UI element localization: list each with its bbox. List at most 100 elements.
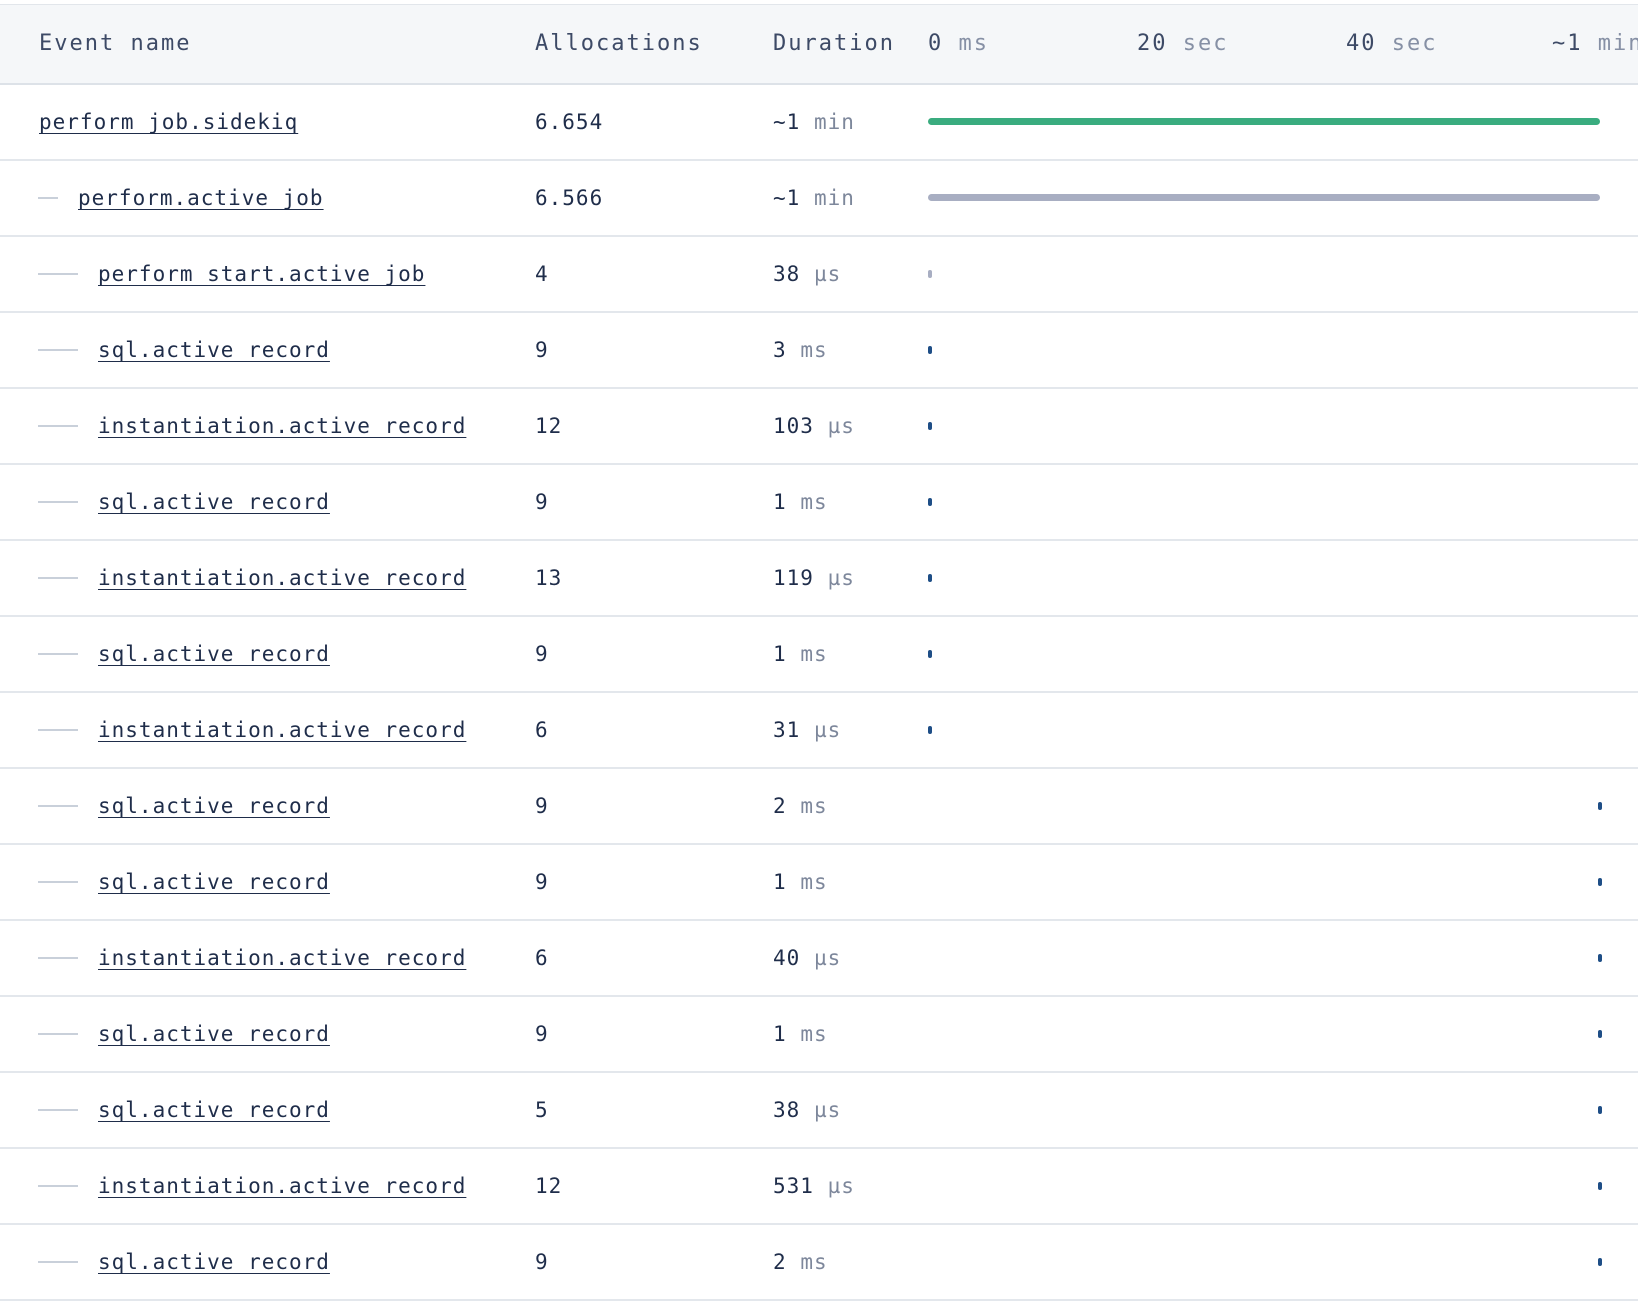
event-name-cell: sql.active_record	[98, 997, 330, 1071]
event-name-link[interactable]: sql.active_record	[98, 490, 330, 514]
event-name-cell: sql.active_record	[98, 769, 330, 843]
table-row[interactable]: sql.active_record 9 3 ms	[0, 313, 1638, 389]
event-name-link[interactable]: perform.active_job	[78, 186, 324, 210]
duration-unit: ms	[800, 490, 828, 514]
duration-value: ~1	[773, 110, 801, 134]
allocations-cell: 5	[535, 1098, 549, 1122]
allocations-cell: 9	[535, 490, 549, 514]
timeline-mark[interactable]	[1598, 1030, 1602, 1038]
event-name-cell: instantiation.active_record	[98, 389, 466, 463]
duration-value: 1	[773, 642, 787, 666]
table-header: Event name Allocations Duration 0 ms 20 …	[0, 4, 1638, 85]
timeline-mark[interactable]	[928, 650, 932, 658]
event-name-link[interactable]: sql.active_record	[98, 794, 330, 818]
timeline-mark[interactable]	[1598, 1258, 1602, 1266]
event-name-link[interactable]: sql.active_record	[98, 642, 330, 666]
table-row[interactable]: perform_job.sidekiq 6.654 ~1 min	[0, 85, 1638, 161]
table-row[interactable]: instantiation.active_record 12 103 µs	[0, 389, 1638, 465]
tree-connector	[38, 881, 78, 883]
event-name-link[interactable]: instantiation.active_record	[98, 1174, 466, 1198]
duration-cell: ~1 min	[773, 85, 855, 159]
tree-connector	[38, 273, 78, 275]
event-name-link[interactable]: sql.active_record	[98, 870, 330, 894]
timeline-mark[interactable]	[928, 422, 932, 430]
table-row[interactable]: perform_start.active_job 4 38 µs	[0, 237, 1638, 313]
duration-value: 103	[773, 414, 814, 438]
event-name-link[interactable]: sql.active_record	[98, 1022, 330, 1046]
duration-cell: ~1 min	[773, 161, 855, 235]
event-name-link[interactable]: sql.active_record	[98, 338, 330, 362]
timeline-mark[interactable]	[1598, 954, 1602, 962]
duration-unit: ms	[800, 1250, 828, 1274]
column-header-duration[interactable]: Duration	[773, 5, 895, 83]
table-row[interactable]: sql.active_record 5 38 µs	[0, 1073, 1638, 1149]
duration-cell: 31 µs	[773, 693, 841, 767]
allocations-cell: 9	[535, 870, 549, 894]
timeline-mark[interactable]	[928, 498, 932, 506]
event-name-cell: instantiation.active_record	[98, 1149, 466, 1223]
table-row[interactable]: instantiation.active_record 12 531 µs	[0, 1149, 1638, 1225]
timeline-mark[interactable]	[928, 346, 932, 354]
allocations-cell: 6.654	[535, 110, 604, 134]
event-name-link[interactable]: instantiation.active_record	[98, 414, 466, 438]
event-name-cell: sql.active_record	[98, 1073, 330, 1147]
duration-unit: ms	[800, 338, 828, 362]
timeline-mark[interactable]	[1598, 1182, 1602, 1190]
table-row[interactable]: sql.active_record 9 1 ms	[0, 845, 1638, 921]
duration-cell: 1 ms	[773, 997, 828, 1071]
timeline-bar[interactable]	[928, 118, 1600, 125]
timeline-mark[interactable]	[1598, 1106, 1602, 1114]
duration-value: 1	[773, 870, 787, 894]
allocations-cell: 4	[535, 262, 549, 286]
duration-unit: µs	[813, 262, 842, 286]
allocations-cell: 12	[535, 414, 563, 438]
duration-cell: 3 ms	[773, 313, 828, 387]
duration-value: ~1	[773, 186, 801, 210]
column-header-event-name[interactable]: Event name	[39, 5, 191, 83]
event-name-cell: sql.active_record	[98, 313, 330, 387]
table-row[interactable]: sql.active_record 9 2 ms	[0, 1225, 1638, 1301]
column-header-allocations[interactable]: Allocations	[535, 5, 703, 83]
event-name-link[interactable]: instantiation.active_record	[98, 718, 466, 742]
event-name-link[interactable]: perform_job.sidekiq	[39, 110, 298, 134]
tree-connector	[38, 1185, 78, 1187]
table-row[interactable]: sql.active_record 9 2 ms	[0, 769, 1638, 845]
event-timeline-table: Event name Allocations Duration 0 ms 20 …	[0, 4, 1638, 1301]
event-name-cell: perform.active_job	[78, 161, 324, 235]
duration-cell: 531 µs	[773, 1149, 855, 1223]
table-row[interactable]: sql.active_record 9 1 ms	[0, 997, 1638, 1073]
duration-value: 2	[773, 1250, 787, 1274]
event-name-link[interactable]: perform_start.active_job	[98, 262, 425, 286]
duration-cell: 2 ms	[773, 1225, 828, 1299]
event-name-link[interactable]: instantiation.active_record	[98, 946, 466, 970]
allocations-cell: 9	[535, 1022, 549, 1046]
allocations-cell: 6.566	[535, 186, 604, 210]
event-name-cell: perform_start.active_job	[98, 237, 425, 311]
event-name-link[interactable]: sql.active_record	[98, 1098, 330, 1122]
table-row[interactable]: sql.active_record 9 1 ms	[0, 617, 1638, 693]
event-name-link[interactable]: sql.active_record	[98, 1250, 330, 1274]
timeline-mark[interactable]	[1598, 802, 1602, 810]
duration-unit: ms	[800, 642, 828, 666]
event-name-link[interactable]: instantiation.active_record	[98, 566, 466, 590]
timeline-tick-unit: sec	[1391, 31, 1438, 56]
timeline-tick-1-min: ~1 min	[1552, 5, 1638, 83]
timeline-tick-20-sec: 20 sec	[1137, 5, 1229, 83]
table-row[interactable]: instantiation.active_record 6 31 µs	[0, 693, 1638, 769]
duration-cell: 2 ms	[773, 769, 828, 843]
duration-cell: 1 ms	[773, 617, 828, 691]
table-row[interactable]: sql.active_record 9 1 ms	[0, 465, 1638, 541]
timeline-mark[interactable]	[1598, 878, 1602, 886]
tree-connector	[38, 957, 78, 959]
duration-unit: µs	[813, 718, 842, 742]
duration-cell: 119 µs	[773, 541, 855, 615]
timeline-mark[interactable]	[928, 270, 932, 278]
duration-cell: 38 µs	[773, 237, 841, 311]
timeline-mark[interactable]	[928, 574, 932, 582]
timeline-bar[interactable]	[928, 194, 1600, 201]
table-row[interactable]: instantiation.active_record 6 40 µs	[0, 921, 1638, 997]
table-row[interactable]: instantiation.active_record 13 119 µs	[0, 541, 1638, 617]
table-row[interactable]: perform.active_job 6.566 ~1 min	[0, 161, 1638, 237]
tree-connector	[38, 729, 78, 731]
timeline-mark[interactable]	[928, 726, 932, 734]
